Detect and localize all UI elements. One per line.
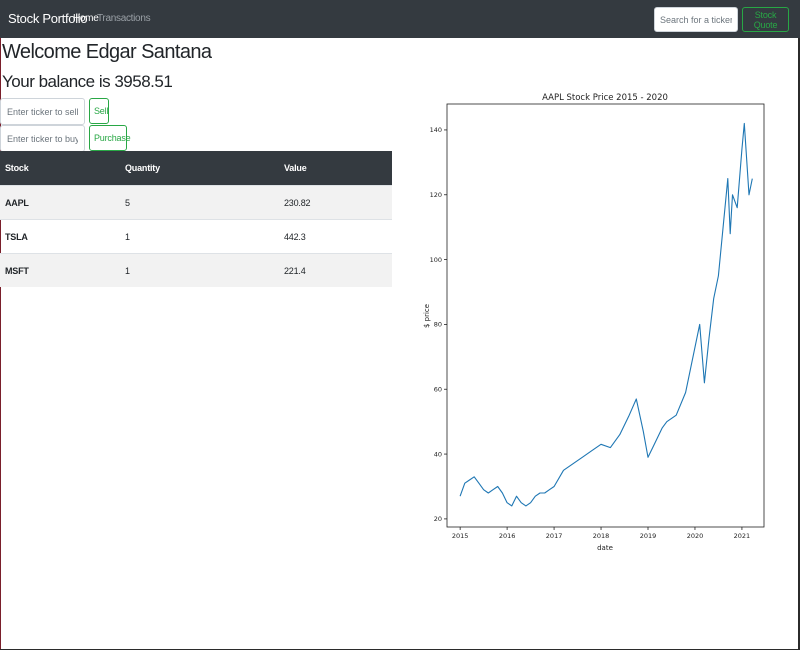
stock-quote-button[interactable]: Stock Quote xyxy=(742,7,789,32)
x-tick-label: 2015 xyxy=(452,532,469,540)
column-header-stock: Stock xyxy=(0,151,120,186)
y-tick-label: 100 xyxy=(430,256,442,264)
stock-symbol: AAPL xyxy=(0,185,120,220)
x-axis: 2015 2016 2017 2018 2019 2020 2021 xyxy=(452,527,750,540)
y-axis-label: $ price xyxy=(423,304,431,328)
stock-quantity: 5 xyxy=(120,185,279,220)
x-tick-label: 2020 xyxy=(687,532,704,540)
stock-symbol: TSLA xyxy=(0,219,120,254)
table-row: TSLA 1 442.3 xyxy=(0,219,392,254)
aapl-price-chart: AAPL Stock Price 2015 - 2020 2015 2016 201… xyxy=(423,93,765,552)
nav-link-transactions[interactable]: Transactions xyxy=(97,13,151,24)
stock-symbol: MSFT xyxy=(0,253,120,287)
table-row: AAPL 5 230.82 xyxy=(0,185,392,220)
welcome-heading: Welcome Edgar Santana xyxy=(2,41,212,63)
x-tick-label: 2018 xyxy=(593,532,610,540)
x-tick-label: 2016 xyxy=(499,532,516,540)
holdings-table: Stock Quantity Value AAPL 5 230.82 TSLA … xyxy=(0,151,392,287)
plot-area xyxy=(446,103,765,528)
navbar: Stock Portfolio Home Transactions Stock … xyxy=(0,0,800,38)
stock-quantity: 1 xyxy=(120,219,279,254)
y-tick-label: 40 xyxy=(434,450,442,458)
ticker-search-input[interactable] xyxy=(654,7,738,32)
x-axis-label: date xyxy=(597,544,613,552)
stock-value: 442.3 xyxy=(279,219,392,254)
stock-value: 221.4 xyxy=(279,253,392,287)
y-tick-label: 140 xyxy=(430,126,442,134)
purchase-button[interactable]: Purchase xyxy=(89,125,131,151)
x-tick-label: 2021 xyxy=(734,532,751,540)
sell-button[interactable]: Sell xyxy=(89,98,109,124)
buy-ticker-input[interactable] xyxy=(0,125,85,152)
y-axis: 20 40 60 80 100 120 140 xyxy=(430,126,447,523)
table-row: MSFT 1 221.4 xyxy=(0,253,392,287)
table-header-row: Stock Quantity Value xyxy=(0,151,392,186)
balance-heading: Your balance is 3958.51 xyxy=(2,72,173,91)
y-tick-label: 20 xyxy=(434,515,442,523)
y-tick-label: 80 xyxy=(434,321,442,329)
x-tick-label: 2017 xyxy=(546,532,563,540)
chart-title: AAPL Stock Price 2015 - 2020 xyxy=(542,93,668,103)
stock-quantity: 1 xyxy=(120,253,279,287)
y-tick-label: 120 xyxy=(430,191,442,199)
y-tick-label: 60 xyxy=(434,386,442,394)
column-header-quantity: Quantity xyxy=(120,151,279,186)
sell-ticker-input[interactable] xyxy=(0,98,85,125)
nav-link-home[interactable]: Home xyxy=(73,13,99,24)
x-tick-label: 2019 xyxy=(640,532,657,540)
column-header-value: Value xyxy=(279,151,392,186)
stock-value: 230.82 xyxy=(279,185,392,220)
